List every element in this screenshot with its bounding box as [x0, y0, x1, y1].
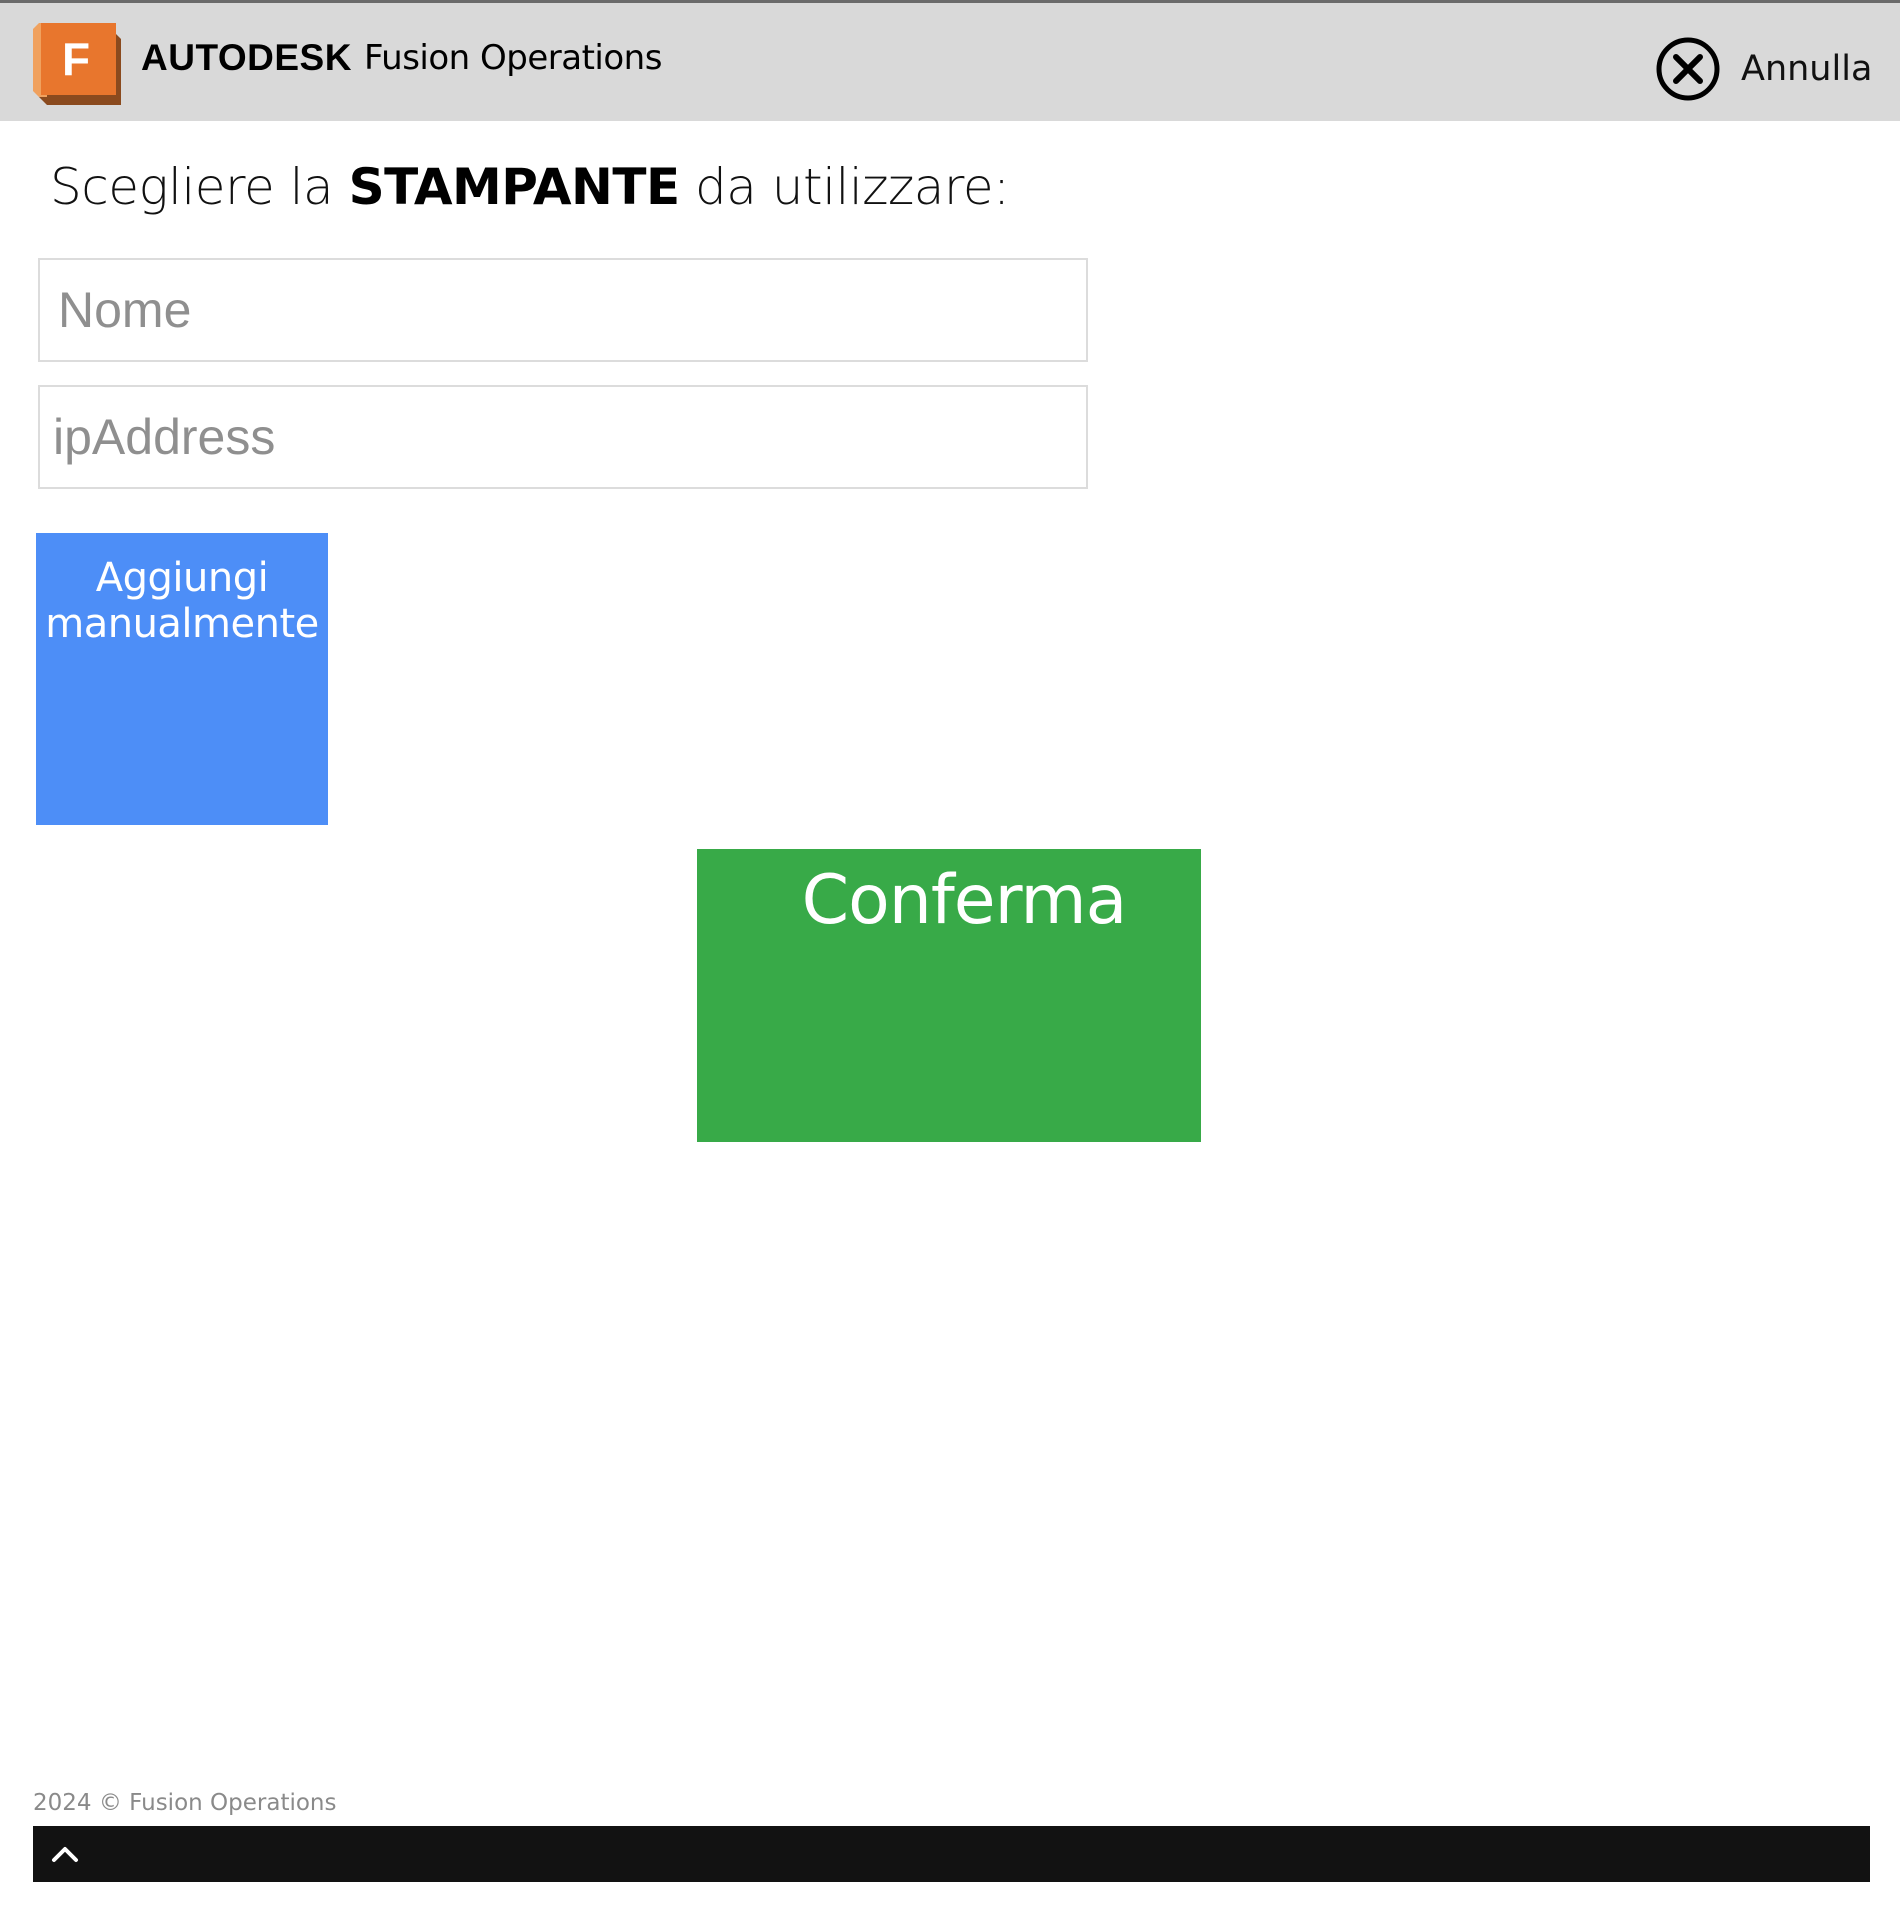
cancel-button[interactable]: Annulla [1655, 35, 1872, 103]
app-header: F AUTODESK Fusion Operations Annulla [0, 0, 1900, 121]
footer-bar [33, 1826, 1870, 1882]
add-manually-label: Aggiungi manualmente [45, 555, 319, 647]
add-manually-button[interactable]: Aggiungi manualmente [36, 533, 328, 825]
page-title-suffix: da utilizzare: [679, 158, 1010, 216]
fusion-operations-logo: F [33, 23, 121, 105]
page-title-prefix: Scegliere la [50, 158, 349, 216]
cancel-label: Annulla [1741, 49, 1873, 89]
chevron-up-icon[interactable] [45, 1834, 85, 1874]
confirm-button[interactable]: Conferma [697, 849, 1201, 1142]
copyright-text: 2024 © Fusion Operations [33, 1790, 337, 1816]
brand-company: AUTODESK [141, 37, 352, 78]
logo-letter: F [62, 33, 90, 85]
brand-title: AUTODESK Fusion Operations [141, 33, 662, 83]
page: F AUTODESK Fusion Operations Annulla Sce… [0, 0, 1900, 1928]
ip-address-input[interactable] [38, 385, 1088, 489]
page-title-emphasis: STAMPANTE [348, 158, 681, 216]
brand-product: Fusion Operations [363, 38, 662, 78]
close-circle-icon [1656, 37, 1720, 101]
confirm-label: Conferma [801, 861, 1128, 940]
page-title: Scegliere la STAMPANTE da utilizzare: [50, 158, 1010, 216]
printer-name-input[interactable] [38, 258, 1088, 362]
